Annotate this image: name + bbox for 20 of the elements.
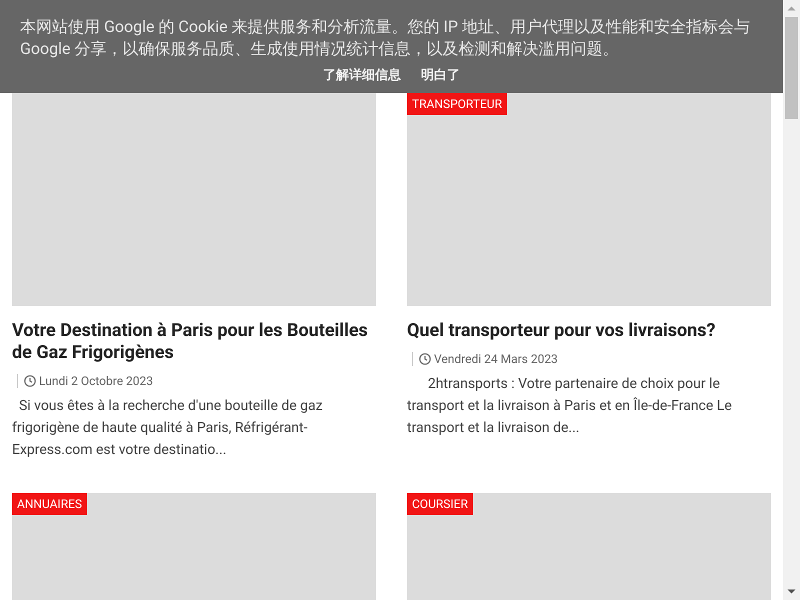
cookie-message: 本网站使用 Google 的 Cookie 来提供服务和分析流量。您的 IP 地址、用户代理以及性能和安全指标会与 Google 分享，以确保服务品质、生成使用情况统计信息，以及检测和解决滥用问题。 (20, 16, 751, 60)
post-excerpt: 2htransports : Votre partenaire de choix pour le transport et la livraison à Paris et en Île-de-France Le transport et la livraison de... (407, 375, 733, 438)
post-title[interactable]: Quel transporteur pour vos livraisons? (407, 320, 771, 342)
clock-icon (24, 375, 36, 387)
image-placeholder[interactable]: COURSIER (407, 493, 771, 600)
cookie-link[interactable]: 明白了 (421, 66, 460, 86)
category-tag[interactable]: ANNUAIRES (12, 493, 88, 515)
post-date: Vendredi 24 Mars 2023 (434, 351, 558, 368)
post-excerpt: Si vous êtes à la recherche d'une bouteille de gaz frigorigène de haute qualité à Paris, Réfrigérant-Express.com est votre destinatio... (12, 397, 324, 460)
scrollbar[interactable] (783, 0, 800, 600)
cookie-link[interactable]: 了解详细信息 (323, 66, 401, 86)
category-tag[interactable]: TRANSPORTEUR (407, 93, 507, 115)
image-placeholder[interactable]: ANNUAIRES (12, 493, 376, 600)
clock-icon (419, 353, 431, 365)
image-placeholder[interactable]: TRANSPORTEUR (407, 93, 771, 306)
scrollbar-thumb[interactable] (785, 17, 798, 119)
post-title[interactable]: Votre Destination à Paris pour les Bouteilles de Gaz Frigorigènes (12, 320, 376, 364)
category-tag[interactable]: COURSIER (407, 493, 473, 515)
image-placeholder[interactable] (12, 93, 376, 306)
post-date: Lundi 2 Octobre 2023 (39, 373, 154, 390)
